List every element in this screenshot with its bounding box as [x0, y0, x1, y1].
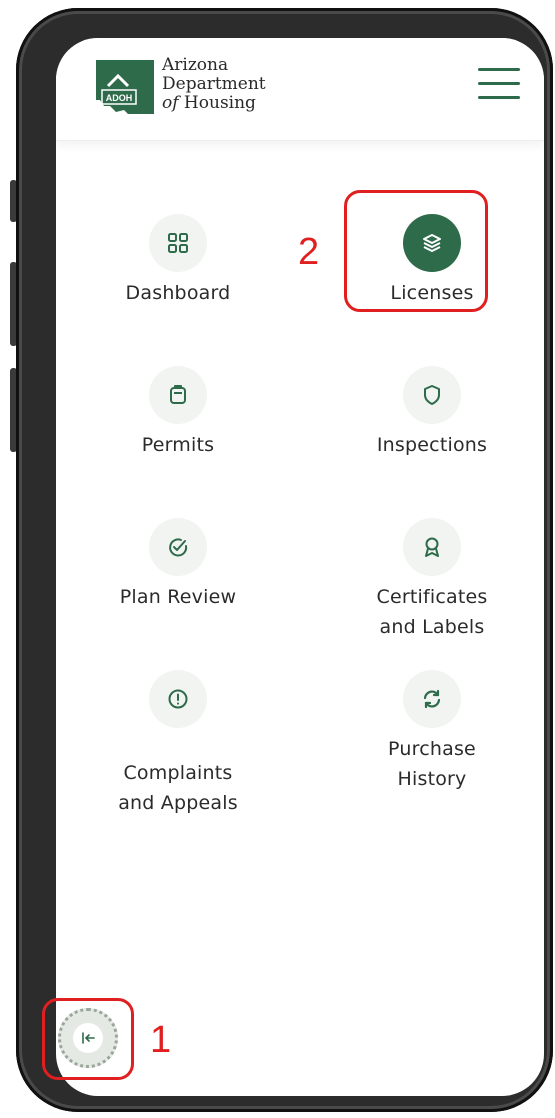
logo-line-3-rest: Housing	[178, 93, 256, 113]
shield-icon	[403, 366, 461, 424]
app-header: ADOH Arizona Department of Housing	[56, 38, 544, 141]
nav-label-plan-review: Plan Review	[119, 586, 237, 608]
nav-item-permits[interactable]: Permits	[88, 366, 268, 460]
logo-line-1: Arizona	[162, 55, 229, 75]
refresh-icon	[403, 670, 461, 728]
nav-item-inspections[interactable]: Inspections	[342, 366, 522, 460]
nav-label-dashboard: Dashboard	[125, 282, 231, 304]
nav-item-plan-review[interactable]: Plan Review	[88, 518, 268, 612]
nav-item-dashboard[interactable]: Dashboard	[88, 214, 268, 308]
annotation-box-licenses	[344, 190, 488, 312]
grid-icon	[149, 214, 207, 272]
check-circle-icon	[149, 518, 207, 576]
phone-frame: ADOH Arizona Department of Housing Dashb…	[16, 8, 553, 1112]
adoh-logo[interactable]: ADOH Arizona Department of Housing	[94, 52, 304, 122]
alert-circle-icon	[149, 670, 207, 728]
nav-label-permits: Permits	[141, 434, 215, 456]
logo-line-2: Department	[162, 74, 266, 94]
nav-item-certificates[interactable]: Certificates and Labels	[342, 518, 522, 642]
nav-item-complaints[interactable]: Complaints and Appeals	[88, 670, 268, 818]
nav-label-certificates: Certificates and Labels	[376, 586, 488, 638]
screenshot-stage: ADOH Arizona Department of Housing Dashb…	[0, 0, 555, 1118]
annotation-step-2: 2	[298, 231, 320, 273]
annotation-box-collapse	[42, 998, 134, 1080]
annotation-step-1: 1	[150, 1019, 172, 1061]
adoh-logo-mark-icon: ADOH	[96, 60, 154, 114]
award-ribbon-icon	[403, 518, 461, 576]
logo-wordmark: Arizona Department of Housing	[162, 56, 266, 113]
logo-line-3: of Housing	[162, 94, 266, 113]
clipboard-icon	[149, 366, 207, 424]
nav-label-purchase-history: Purchase History	[388, 738, 476, 790]
nav-label-complaints: Complaints and Appeals	[118, 762, 238, 814]
svg-text:ADOH: ADOH	[106, 93, 133, 103]
logo-line-3-prefix: of	[162, 93, 179, 113]
nav-label-inspections: Inspections	[376, 434, 488, 456]
hamburger-menu-icon[interactable]	[478, 66, 520, 102]
nav-item-purchase-history[interactable]: Purchase History	[342, 670, 522, 794]
